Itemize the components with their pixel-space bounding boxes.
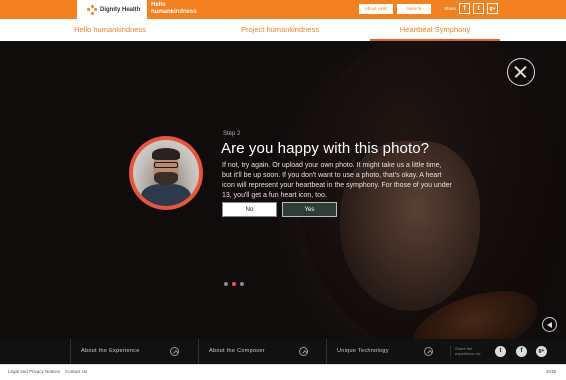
no-button[interactable]: No (222, 202, 277, 217)
chevron-up-icon[interactable] (170, 347, 179, 356)
user-photo-frame (129, 136, 203, 210)
footer-share-text: Share the experience on: (450, 346, 488, 356)
main-nav: Hello humankindness Project humankindnes… (0, 19, 566, 41)
tab-project-humankindness[interactable]: Project humankindness (225, 19, 335, 41)
share-label: Share (444, 6, 457, 11)
audio-play-icon[interactable] (542, 317, 557, 332)
footer-bar: About the Experience About the Composer … (0, 339, 566, 364)
copyright-year: 2015 (546, 369, 557, 374)
tab-heartbeat-symphony[interactable]: Heartbeat Symphony (370, 19, 500, 41)
search-button[interactable]: Search (397, 4, 431, 14)
facebook-icon[interactable]: f (516, 346, 527, 357)
carousel-dot-3[interactable] (240, 282, 244, 286)
footer-item-label: About the Experience (81, 348, 140, 354)
top-bar: Dignity Health Hello humankindness About… (0, 0, 566, 19)
chevron-up-icon[interactable] (299, 347, 308, 356)
step-label: Step 2 (223, 131, 241, 137)
photo-question: Are you happy with this photo? (221, 140, 430, 157)
dignity-health-logo[interactable]: Dignity Health (77, 0, 147, 19)
google-plus-icon[interactable]: g+ (536, 346, 547, 357)
bottom-strip: Legal and Privacy Notices Contact Us 201… (0, 364, 566, 380)
close-icon[interactable] (507, 58, 535, 86)
chevron-up-icon[interactable] (424, 347, 433, 356)
google-plus-icon[interactable]: g+ (487, 3, 498, 14)
legal-link[interactable]: Legal and Privacy Notices (8, 369, 60, 374)
logo-mark-icon (87, 4, 97, 15)
footer-item-label: About the Composer (209, 348, 265, 354)
yes-button[interactable]: Yes (282, 202, 337, 217)
facebook-icon[interactable]: f (459, 3, 470, 14)
tab-hello-humankindness[interactable]: Hello humankindness (55, 19, 165, 41)
twitter-icon[interactable]: t (473, 3, 484, 14)
about-button[interactable]: About HHK (359, 4, 393, 14)
footer-item-label: Unique Technology (337, 348, 389, 354)
contact-link[interactable]: Contact Us (65, 369, 87, 374)
user-photo (133, 140, 199, 206)
brand-name: Dignity Health (100, 6, 141, 13)
twitter-icon[interactable]: t (495, 346, 506, 357)
campaign-title[interactable]: Hello humankindness (151, 2, 211, 16)
photo-description: If not, try again. Or upload your own ph… (222, 162, 452, 199)
carousel-dot-1[interactable] (224, 282, 228, 286)
carousel-dot-2[interactable] (232, 282, 236, 286)
